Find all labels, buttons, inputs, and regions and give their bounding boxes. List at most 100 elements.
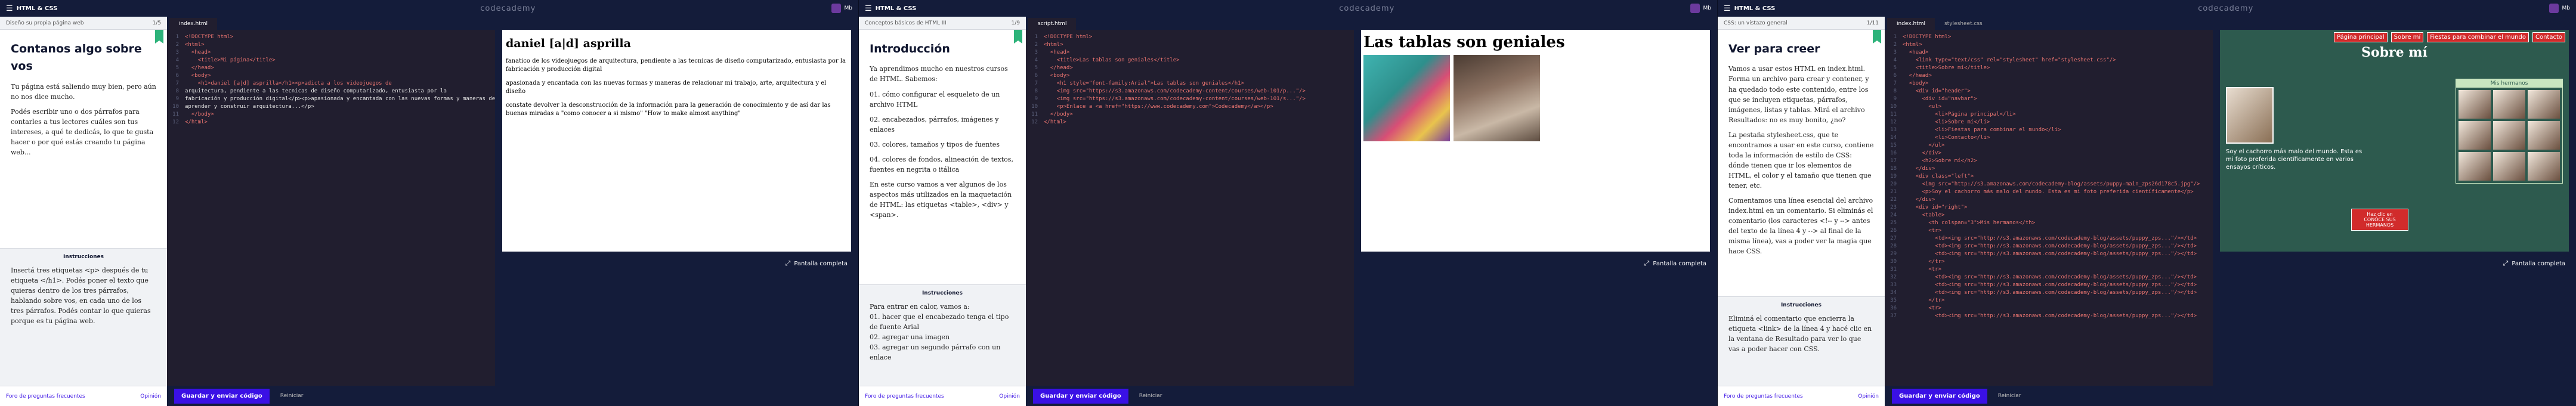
code-line[interactable]: 33 <td><img src="http://s3.amazonaws.com… (1885, 281, 2213, 289)
code-line[interactable]: 7 <h1>daniel [a|d] asprilla</h1><p>adict… (167, 80, 495, 88)
fullscreen-button[interactable]: ⤢ Pantalla completa (2220, 252, 2569, 275)
code-line[interactable]: 5 </head> (1026, 64, 1354, 72)
code-line[interactable]: 7 <body> (1885, 80, 2213, 88)
code-line[interactable]: 23 <div id="right"> (1885, 204, 2213, 212)
code-line[interactable]: 17 <h2>Sobre mí</h2> (1885, 157, 2213, 165)
code-line[interactable]: 6 <body> (1026, 72, 1354, 80)
code-line[interactable]: 8 <div id="header"> (1885, 88, 2213, 95)
code-line[interactable]: 28 <td><img src="http://s3.amazonaws.com… (1885, 243, 2213, 250)
user-menu[interactable]: Mb (2549, 4, 2570, 13)
logo[interactable]: codecademy (185, 4, 831, 13)
code-area[interactable]: 1 <!DOCTYPE html> 2 <html> 3 <head> 4 <link t… (1885, 30, 2213, 386)
code-line[interactable]: 3 <head> (1026, 49, 1354, 57)
code-line[interactable]: 8 <img src="https://s3.amazonaws.com/cod… (1026, 88, 1354, 95)
code-line[interactable]: 25 <th colspan="3">Mis hermanos</th> (1885, 219, 2213, 227)
code-line[interactable]: 9 <div id="navbar"> (1885, 95, 2213, 103)
code-line[interactable]: 12 <li>Sobre mí</li> (1885, 119, 2213, 126)
code-line[interactable]: 16 </div> (1885, 150, 2213, 157)
logo[interactable]: codecademy (1903, 4, 2549, 13)
run-button[interactable]: Guardar y enviar código (1033, 388, 1128, 404)
code-line[interactable]: 5 </head> (167, 64, 495, 72)
faq-link[interactable]: Foro de preguntas frecuentes (6, 393, 85, 399)
code-line[interactable]: 3 <head> (167, 49, 495, 57)
code-line[interactable]: 3 <head> (1885, 49, 2213, 57)
tab-index-html[interactable]: index.html (1887, 18, 1935, 30)
code-line[interactable]: 9 <img src="https://s3.amazonaws.com/cod… (1026, 95, 1354, 103)
code-area[interactable]: 1 <!DOCTYPE html> 2 <html> 3 <head> 4 <title>… (167, 30, 495, 386)
code-line[interactable]: 4 <title>Las tablas son geniales</title> (1026, 57, 1354, 64)
feedback-link[interactable]: Opinión (1858, 393, 1879, 399)
code-line[interactable]: 7 <h1 style="font-family:Arial">Las tabl… (1026, 80, 1354, 88)
code-line[interactable]: 4 <title>Mi página</title> (167, 57, 495, 64)
tab-stylesheet-css[interactable]: stylesheet.css (1935, 18, 1992, 30)
code-line[interactable]: 26 <tr> (1885, 227, 2213, 235)
code-line[interactable]: 15 </ul> (1885, 142, 2213, 150)
course-menu[interactable]: ☰ HTML & CSS (865, 4, 1044, 13)
code-line[interactable]: 29 <td><img src="http://s3.amazonaws.com… (1885, 250, 2213, 258)
menu-icon[interactable]: ☰ (865, 4, 872, 13)
nav-item[interactable]: Página principal (2334, 32, 2388, 42)
lesson-header[interactable]: Diseño su propia página web 1/5 (0, 17, 167, 30)
code-line[interactable]: 11 </body> (1026, 111, 1354, 119)
code-line[interactable]: 1 <!DOCTYPE html> (1885, 33, 2213, 41)
fullscreen-button[interactable]: ⤢ Pantalla completa (502, 252, 851, 275)
tab-script-html[interactable]: script.html (1028, 18, 1077, 30)
faq-link[interactable]: Foro de preguntas frecuentes (865, 393, 944, 399)
code-line[interactable]: 10 aprender y construir arquitectura...</… (167, 103, 495, 111)
tab-index-html[interactable]: index.html (169, 18, 217, 30)
code-line[interactable]: 24 <table> (1885, 212, 2213, 219)
code-line[interactable]: 21 <p>Soy el cachorro más malo del mundo… (1885, 188, 2213, 196)
code-line[interactable]: 6 </head> (1885, 72, 2213, 80)
code-line[interactable]: 10 <p>Enlace a <a href="https://www.code… (1026, 103, 1354, 111)
code-line[interactable]: 14 <li>Contacto</li> (1885, 134, 2213, 142)
logo[interactable]: codecademy (1044, 4, 1690, 13)
code-line[interactable]: 12 </html> (167, 119, 495, 126)
code-line[interactable]: 35 </tr> (1885, 297, 2213, 305)
code-line[interactable]: 22 </div> (1885, 196, 2213, 204)
code-line[interactable]: 2 <html> (1026, 41, 1354, 49)
code-line[interactable]: 34 <td><img src="http://s3.amazonaws.com… (1885, 289, 2213, 297)
code-line[interactable]: 9 fabricación y producción digital</p><p>… (167, 95, 495, 103)
code-line[interactable]: 2 <html> (167, 41, 495, 49)
code-line[interactable]: 19 <div class="left"> (1885, 173, 2213, 181)
code-line[interactable]: 20 <img src="http://s3.amazonaws.com/cod… (1885, 181, 2213, 188)
code-line[interactable]: 5 <title>Sobre mí</title> (1885, 64, 2213, 72)
user-menu[interactable]: Mb (1690, 4, 1711, 13)
fullscreen-button[interactable]: ⤢ Pantalla completa (1361, 252, 1710, 275)
run-button[interactable]: Guardar y enviar código (1892, 388, 1987, 404)
code-line[interactable]: 6 <body> (167, 72, 495, 80)
reset-button[interactable]: Reiniciar (1139, 393, 1162, 399)
code-line[interactable]: 8 arquitectura, pendiente a las tecnicas … (167, 88, 495, 95)
lesson-header[interactable]: Conceptos básicos de HTML III 1/9 (859, 17, 1026, 30)
code-line[interactable]: 36 <tr> (1885, 305, 2213, 312)
lesson-header[interactable]: CSS: un vistazo general 1/11 (1718, 17, 1885, 30)
code-line[interactable]: 37 <td><img src="http://s3.amazonaws.com… (1885, 312, 2213, 320)
code-line[interactable]: 10 <ul> (1885, 103, 2213, 111)
run-button[interactable]: Guardar y enviar código (174, 388, 270, 404)
reset-button[interactable]: Reiniciar (280, 393, 304, 399)
nav-item[interactable]: Contacto (2532, 32, 2565, 42)
feedback-link[interactable]: Opinión (140, 393, 161, 399)
code-line[interactable]: 11 </body> (167, 111, 495, 119)
code-line[interactable]: 12 </html> (1026, 119, 1354, 126)
code-line[interactable]: 4 <link type="text/css" rel="stylesheet"… (1885, 57, 2213, 64)
code-area[interactable]: 1 <!DOCTYPE html> 2 <html> 3 <head> 4 <title>… (1026, 30, 1354, 386)
user-menu[interactable]: Mb (831, 4, 852, 13)
code-line[interactable]: 18 </div> (1885, 165, 2213, 173)
menu-icon[interactable]: ☰ (6, 4, 13, 13)
code-line[interactable]: 2 <html> (1885, 41, 2213, 49)
feedback-link[interactable]: Opinión (999, 393, 1020, 399)
nav-item[interactable]: Fiestas para combinar el mundo (2427, 32, 2529, 42)
course-menu[interactable]: ☰ HTML & CSS (1724, 4, 1903, 13)
code-line[interactable]: 1 <!DOCTYPE html> (1026, 33, 1354, 41)
code-line[interactable]: 11 <li>Página principal</li> (1885, 111, 2213, 119)
code-line[interactable]: 13 <li>Fiestas para combinar el mundo</l… (1885, 126, 2213, 134)
code-line[interactable]: 27 <td><img src="http://s3.amazonaws.com… (1885, 235, 2213, 243)
nav-item[interactable]: Sobre mí (2391, 32, 2424, 42)
reset-button[interactable]: Reiniciar (1998, 393, 2021, 399)
menu-icon[interactable]: ☰ (1724, 4, 1731, 13)
code-line[interactable]: 1 <!DOCTYPE html> (167, 33, 495, 41)
code-line[interactable]: 30 </tr> (1885, 258, 2213, 266)
faq-link[interactable]: Foro de preguntas frecuentes (1724, 393, 1803, 399)
code-line[interactable]: 32 <td><img src="http://s3.amazonaws.com… (1885, 274, 2213, 281)
